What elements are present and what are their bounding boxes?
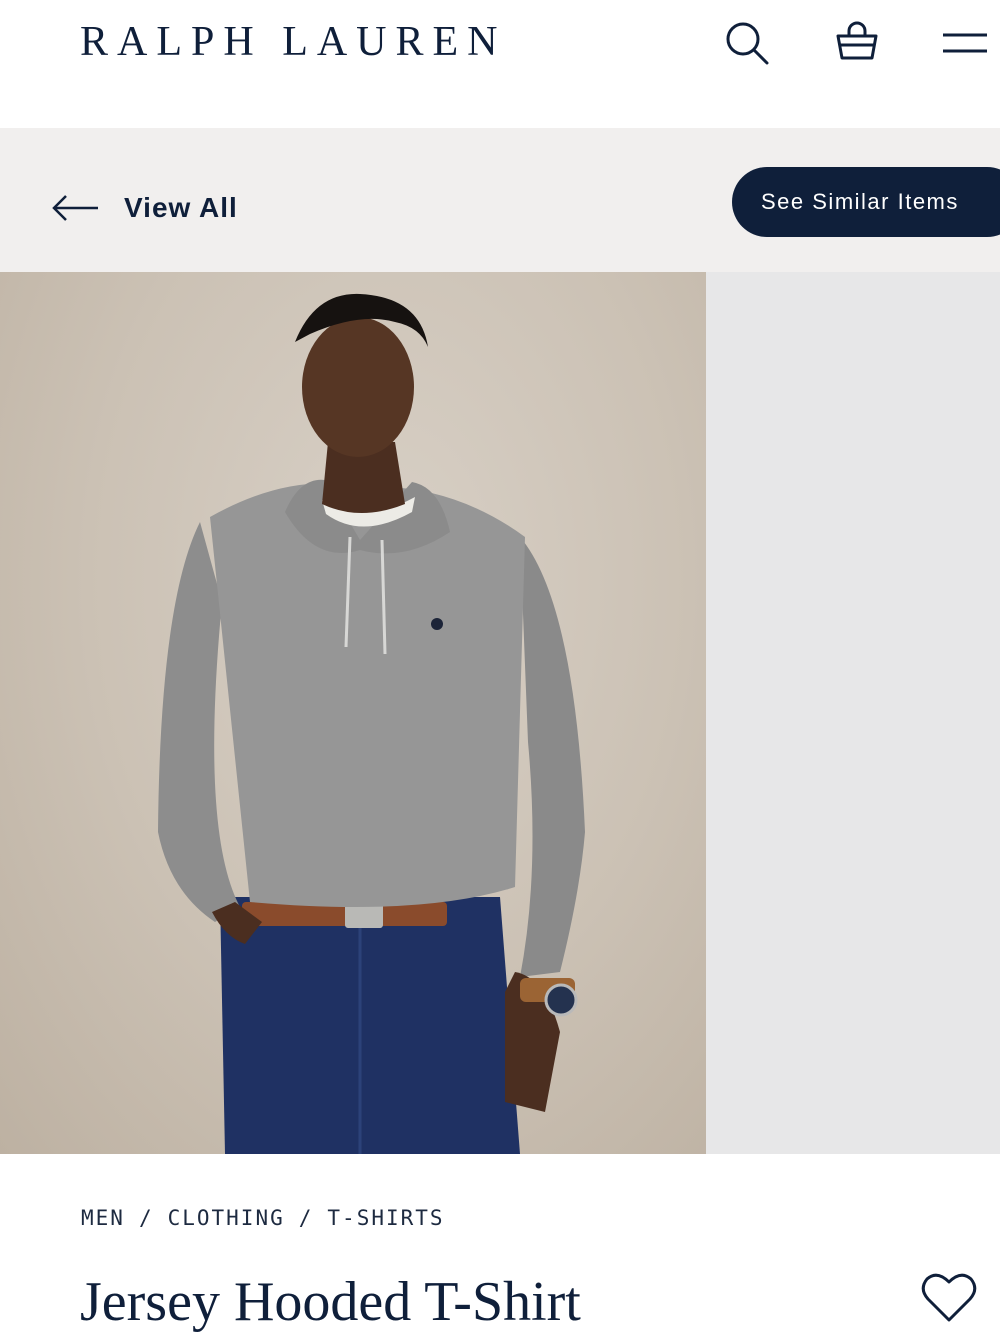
navigation-band: View All See Similar Items	[0, 128, 1000, 272]
see-similar-items-button[interactable]: See Similar Items	[732, 167, 1000, 237]
view-all-link[interactable]: View All	[52, 192, 238, 224]
site-header: RALPH LAUREN	[0, 0, 1000, 128]
wishlist-heart-icon[interactable]	[920, 1270, 978, 1331]
search-icon[interactable]	[722, 18, 772, 73]
arrow-left-icon	[52, 195, 98, 221]
breadcrumb-t-shirts[interactable]: T-SHIRTS	[327, 1206, 444, 1230]
brand-logo[interactable]: RALPH LAUREN	[80, 18, 507, 66]
product-image[interactable]	[0, 272, 706, 1154]
breadcrumb-separator: /	[138, 1206, 154, 1230]
breadcrumb: MEN / CLOTHING / T-SHIRTS	[81, 1206, 445, 1230]
view-all-label: View All	[124, 192, 238, 223]
breadcrumb-men[interactable]: MEN	[81, 1206, 125, 1230]
shopping-bag-icon[interactable]	[832, 18, 882, 73]
menu-icon[interactable]	[940, 18, 990, 73]
breadcrumb-separator: /	[298, 1206, 314, 1230]
breadcrumb-clothing[interactable]: CLOTHING	[168, 1206, 285, 1230]
product-title: Jersey Hooded T-Shirt	[80, 1271, 581, 1333]
next-image-preview[interactable]	[706, 272, 1000, 1154]
